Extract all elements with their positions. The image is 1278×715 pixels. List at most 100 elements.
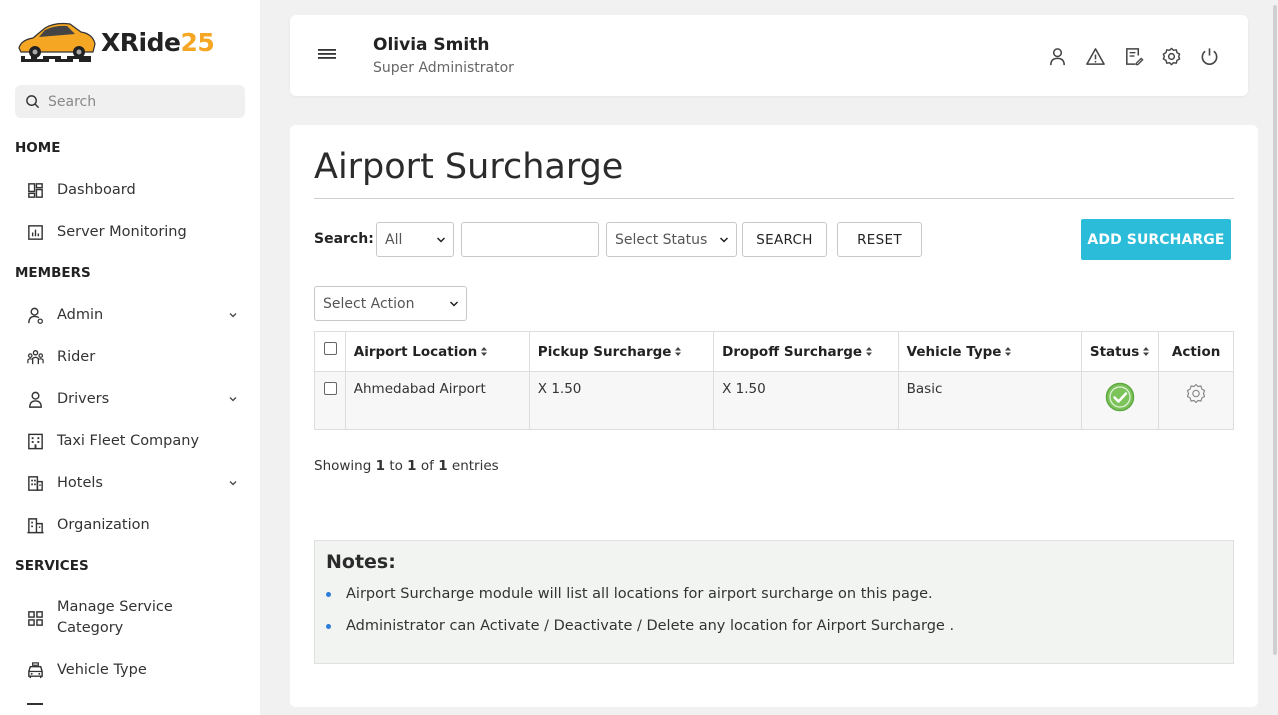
section-members: MEMBERS [15,265,91,281]
sidebar: XRide25 Search HOME Dashboard Server Mon… [0,0,260,715]
sidebar-item-organization[interactable]: Organization [25,515,245,535]
chevron-down-icon[interactable] [227,477,239,489]
settings-button[interactable] [1160,45,1182,67]
col-status[interactable]: Status [1080,331,1160,372]
settings-icon [1162,47,1180,65]
gear-icon[interactable] [1184,382,1208,406]
col-action: Action [1158,331,1234,372]
admin-icon [27,307,43,324]
profile-button[interactable] [1046,45,1068,67]
building-icon [27,433,43,449]
dashboard-icon [27,182,43,198]
sidebar-item-hotels[interactable]: Hotels [25,473,245,493]
sidebar-item-label: Rider [57,349,96,365]
search-button[interactable]: SEARCH [742,222,827,257]
notes-list: Airport Surcharge module will list all l… [326,586,954,650]
bullet-icon [326,623,331,629]
sidebar-next-item-icon [27,703,43,705]
grid-icon [27,610,43,626]
header-actions [1046,45,1220,67]
sort-icon [1005,347,1012,356]
chevron-down-icon[interactable] [227,309,239,321]
power-icon [1201,47,1217,65]
sidebar-item-label: Taxi Fleet Company [57,433,200,449]
sort-icon [481,347,488,356]
car-logo-icon [18,22,96,62]
cell-vehicle-type: Basic [897,371,1082,430]
section-services: SERVICES [15,558,89,574]
scrollbar-thumb[interactable] [1273,5,1277,655]
sidebar-item-dashboard[interactable]: Dashboard [25,180,245,200]
select-all-checkbox[interactable] [324,342,337,355]
list-item: Airport Surcharge module will list all l… [326,586,954,602]
organization-icon [26,517,44,533]
row-checkbox[interactable] [324,382,337,395]
chevron-down-icon[interactable] [227,393,239,405]
alerts-button[interactable] [1084,45,1106,67]
col-airport-location[interactable]: Airport Location [344,331,530,372]
sidebar-item-label: Server Monitoring [57,224,187,240]
notes-title: Notes: [326,551,396,573]
row-select-cell [314,371,346,430]
top-header: Olivia Smith Super Administrator [290,15,1248,96]
sort-icon [866,347,873,356]
warning-icon [1085,47,1105,65]
col-vehicle-type[interactable]: Vehicle Type [897,331,1082,372]
col-pickup-surcharge[interactable]: Pickup Surcharge [528,331,715,372]
hamburger-menu-icon[interactable] [318,47,336,61]
driver-icon [28,391,42,408]
bullet-icon [326,591,331,597]
cell-action [1158,371,1234,430]
search-field-select[interactable]: All [376,222,454,257]
sort-icon [675,347,682,356]
surcharge-table: Airport Location Pickup Surcharge Dropof… [314,331,1234,430]
sort-icon [1143,347,1150,356]
select-all-cell [314,331,346,372]
cell-dropoff-surcharge: X 1.50 [713,371,899,430]
search-field-value: All [385,231,403,248]
vehicle-icon [27,661,43,678]
page-scrollbar[interactable] [1270,0,1278,715]
search-keyword-input[interactable] [461,222,599,257]
col-dropoff-surcharge[interactable]: Dropoff Surcharge [713,331,899,372]
sidebar-search-placeholder: Search [48,93,97,110]
sidebar-item-rider[interactable]: Rider [25,347,245,367]
sidebar-item-label: Hotels [57,475,103,491]
brand-name: XRide25 [101,27,215,57]
cell-status [1080,371,1160,430]
brand-logo[interactable]: XRide25 [15,18,215,66]
sidebar-item-label: Dashboard [57,182,136,198]
sidebar-item-manage-service-category[interactable]: Manage Service Category [25,597,245,639]
search-label: Search: [314,231,374,247]
profile-icon [1049,47,1065,65]
reset-button[interactable]: RESET [837,222,922,257]
page-title: Airport Surcharge [314,147,624,187]
sidebar-item-server-monitoring[interactable]: Server Monitoring [25,222,245,242]
bulk-action-select[interactable]: Select Action [314,286,467,321]
chart-icon [27,224,43,240]
add-surcharge-button[interactable]: ADD SURCHARGE [1081,219,1231,260]
search-icon [26,95,40,109]
sidebar-item-taxi-fleet-company[interactable]: Taxi Fleet Company [25,431,245,451]
sidebar-item-label: Manage Service Category [57,599,173,636]
table-row: Ahmedabad Airport X 1.50 X 1.50 Basic [314,371,1234,430]
bulk-action-value: Select Action [323,295,415,312]
sidebar-search[interactable]: Search [15,85,245,118]
active-status-icon[interactable] [1105,382,1135,412]
edit-button[interactable] [1122,45,1144,67]
main-card: Airport Surcharge Search: All Select Sta… [290,125,1258,707]
list-item: Administrator can Activate / Deactivate … [326,618,954,634]
logout-button[interactable] [1198,45,1220,67]
status-select-value: Select Status [615,231,708,248]
status-select[interactable]: Select Status [606,222,737,257]
pagination-info: Showing 1 to 1 of 1 entries [314,458,499,474]
sidebar-item-vehicle-type[interactable]: Vehicle Type [25,660,245,680]
sidebar-item-drivers[interactable]: Drivers [25,389,245,409]
section-home: HOME [15,140,61,156]
rider-icon [26,349,44,364]
chevron-down-icon [436,237,446,243]
sidebar-item-label: Organization [57,517,150,533]
sidebar-item-label: Vehicle Type [57,662,147,678]
sidebar-item-admin[interactable]: Admin [25,305,245,325]
title-divider [314,198,1234,199]
